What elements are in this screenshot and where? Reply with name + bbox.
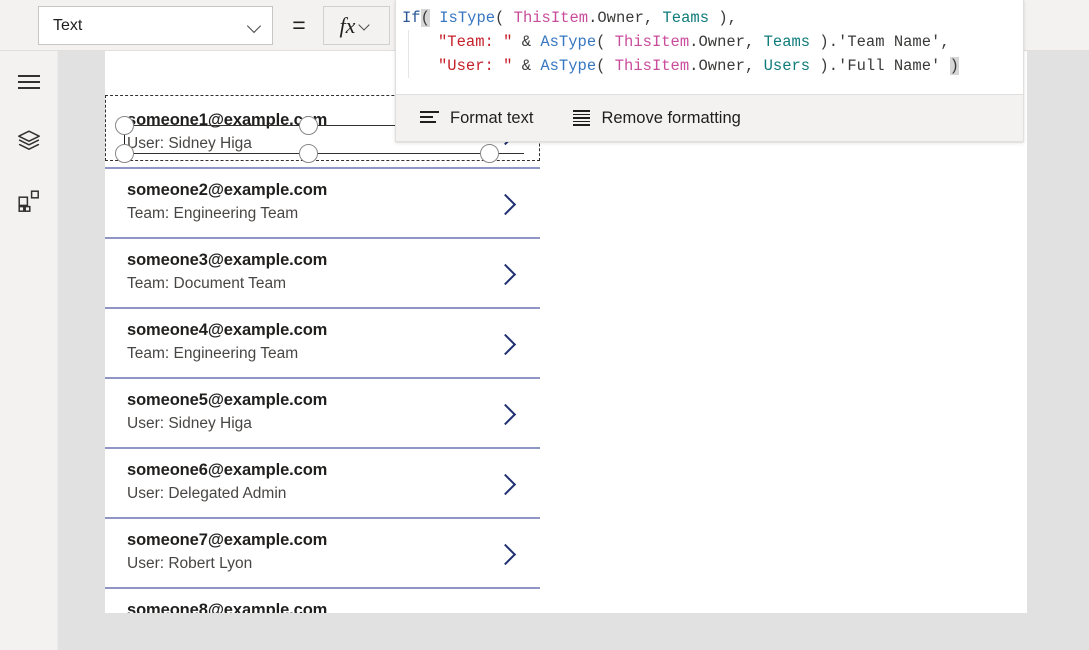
rail-item-tree-view[interactable] (0, 115, 58, 167)
formula-token: ) (949, 57, 959, 75)
formula-token (430, 9, 439, 27)
formula-line-1: If( IsType( ThisItem.Owner, Teams ), (402, 6, 1013, 30)
formula-token: IsType (439, 9, 496, 27)
rail-item-insert[interactable] (0, 175, 58, 227)
gallery-item-title: someone3@example.com (127, 251, 328, 269)
formula-token: ).'Full Name' (810, 57, 950, 75)
layers-icon (18, 130, 40, 150)
formula-line-2: "Team: " & AsType( ThisItem.Owner, Teams… (402, 30, 1013, 54)
gallery-item-title: someone2@example.com (127, 181, 328, 199)
formula-token: .Owner, (689, 57, 764, 75)
format-text-icon (420, 111, 439, 125)
formula-panel: If( IsType( ThisItem.Owner, Teams ), "Tea… (395, 0, 1024, 142)
gallery-item[interactable]: someone8@example.com (105, 589, 540, 613)
gallery-item-title: someone8@example.com (127, 601, 328, 613)
power-apps-studio: someone1@example.com User: Sidney Higa som… (0, 0, 1089, 650)
formula-token: ( (495, 9, 514, 27)
formula-token: .Owner, (689, 33, 764, 51)
gallery[interactable]: someone1@example.com User: Sidney Higa som… (105, 99, 540, 613)
rail-item-menu[interactable] (0, 56, 58, 108)
gallery-item-subtitle: User: Delegated Admin (127, 485, 287, 502)
gallery-item[interactable]: someone7@example.com User: Robert Lyon (105, 519, 540, 589)
gallery-item-title: someone5@example.com (127, 391, 328, 409)
gallery-item[interactable]: someone4@example.com Team: Engineering Te… (105, 309, 540, 379)
gallery-item-subtitle: Team: Engineering Team (127, 345, 299, 362)
chevron-right-icon[interactable] (498, 401, 515, 427)
formula-token: AsType (540, 57, 597, 75)
gallery-item[interactable]: someone3@example.com Team: Document Team (105, 239, 540, 309)
chevron-right-icon[interactable] (498, 191, 515, 217)
formula-token: .Owner, (588, 9, 663, 27)
formula-token: & (512, 57, 541, 75)
gallery-item[interactable]: someone6@example.com User: Delegated Admi… (105, 449, 540, 519)
gallery-item-title: someone6@example.com (127, 461, 328, 479)
gallery-item[interactable]: someone5@example.com User: Sidney Higa (105, 379, 540, 449)
property-dropdown-label: Text (53, 16, 83, 34)
formula-token: ).'Team Name', (810, 33, 950, 51)
gallery-item[interactable]: someone2@example.com Team: Engineering Te… (105, 169, 540, 239)
formula-input[interactable]: If( IsType( ThisItem.Owner, Teams ), "Tea… (396, 0, 1023, 94)
formula-token: & (512, 33, 541, 51)
formula-token: "User: " (438, 57, 513, 75)
formula-token: ThisItem (513, 9, 589, 27)
formula-token: "Team: " (438, 33, 513, 51)
hamburger-icon (18, 75, 40, 89)
formula-toolbar: Format text Remove formatting (396, 94, 1023, 141)
remove-formatting-button[interactable]: Remove formatting (567, 105, 746, 132)
formula-token: Teams (662, 9, 710, 27)
formula-token: Teams (763, 33, 811, 51)
gallery-item-subtitle: Team: Engineering Team (127, 205, 299, 222)
chevron-down-icon (248, 21, 262, 30)
canvas-horizontal-scrollbar[interactable] (105, 613, 1027, 619)
formula-token: ThisItem (614, 57, 690, 75)
toolbar-item-label: Format text (450, 108, 534, 127)
formula-token: If (402, 9, 421, 27)
chevron-down-icon (359, 21, 373, 30)
equals-sign: = (292, 12, 306, 38)
formula-token: ), (709, 9, 737, 27)
formula-token: ( (596, 33, 615, 51)
left-rail (0, 51, 58, 650)
gallery-item-subtitle: User: Robert Lyon (127, 555, 253, 572)
gallery-item-title: someone4@example.com (127, 321, 328, 339)
formula-line-3: "User: " & AsType( ThisItem.Owner, Users… (402, 54, 1013, 78)
formula-token: Users (763, 57, 811, 75)
chevron-right-icon[interactable] (498, 261, 515, 287)
format-text-button[interactable]: Format text (414, 105, 539, 132)
gallery-item-subtitle: User: Sidney Higa (127, 415, 252, 432)
property-dropdown[interactable]: Text (38, 6, 273, 45)
fx-glyph: fx (339, 12, 356, 38)
formula-token: ThisItem (614, 33, 690, 51)
grid-components-icon (18, 190, 39, 212)
remove-formatting-icon (573, 110, 591, 127)
formula-token: ( (420, 9, 430, 27)
fx-button[interactable]: fx (323, 6, 390, 45)
formula-token: ( (596, 57, 615, 75)
chevron-right-icon[interactable] (498, 331, 515, 357)
toolbar-item-label: Remove formatting (601, 108, 741, 127)
gallery-item-title: someone7@example.com (127, 531, 328, 549)
gallery-item-subtitle: Team: Document Team (127, 275, 287, 292)
formula-token: AsType (540, 33, 597, 51)
chevron-right-icon[interactable] (498, 471, 515, 497)
chevron-right-icon[interactable] (498, 541, 515, 567)
